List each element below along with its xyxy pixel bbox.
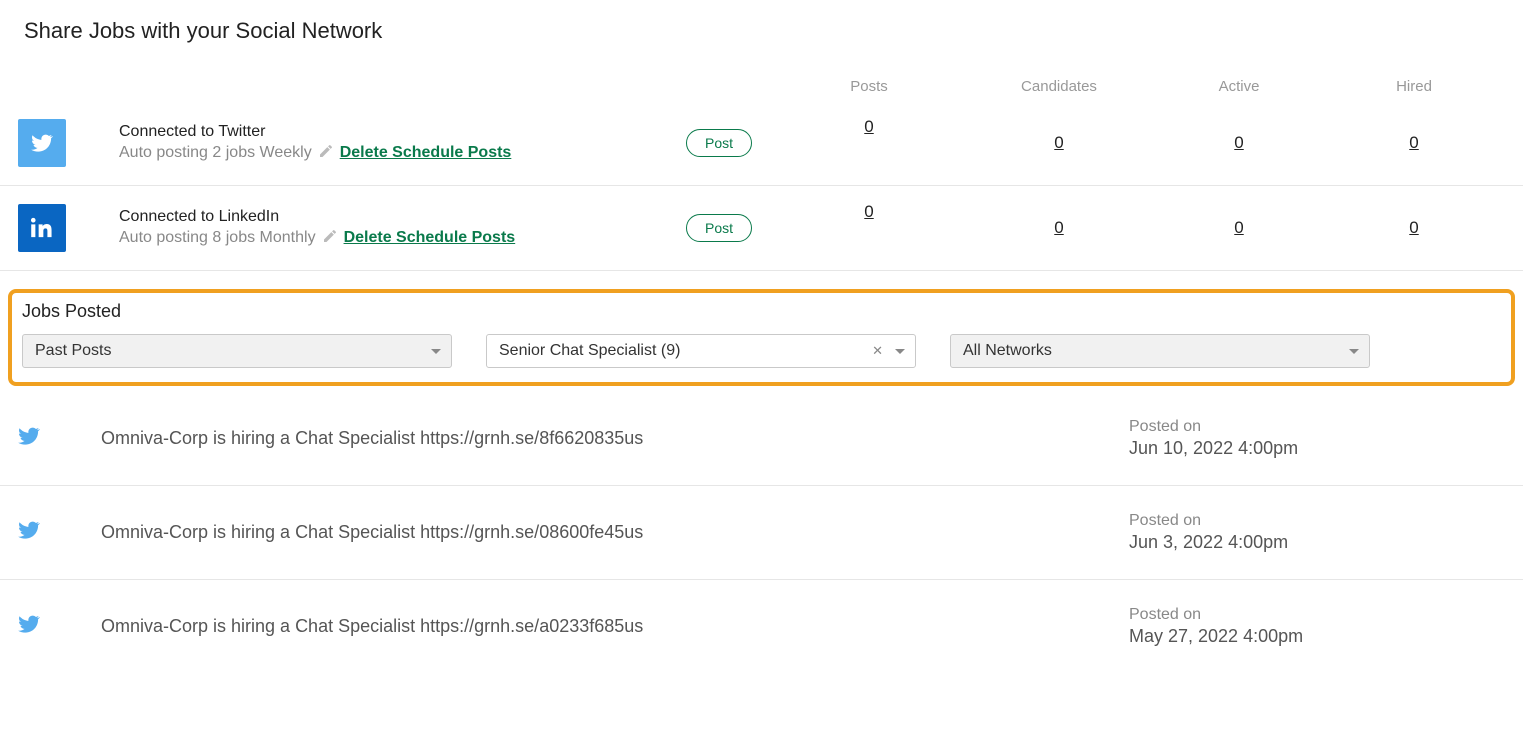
post-text: Omniva-Corp is hiring a Chat Specialist … (83, 522, 1099, 543)
stat-active[interactable]: 0 (1149, 218, 1329, 238)
network-row-twitter: Connected to Twitter Auto posting 2 jobs… (0, 101, 1523, 186)
filter-job-select[interactable]: Senior Chat Specialist (9) ✕ (486, 334, 916, 368)
posted-on-label: Posted on (1129, 512, 1499, 530)
schedule-text: Auto posting 2 jobs Weekly (119, 144, 312, 162)
col-posts: Posts (769, 78, 969, 95)
network-row-linkedin: Connected to LinkedIn Auto posting 8 job… (0, 186, 1523, 271)
chevron-down-icon (1349, 349, 1359, 354)
stat-candidates[interactable]: 0 (969, 133, 1149, 153)
chevron-down-icon (431, 349, 441, 354)
stat-posts[interactable]: 0 (769, 202, 969, 222)
linkedin-icon (18, 204, 66, 252)
stats-header: Posts Candidates Active Hired (0, 54, 1523, 101)
post-row: Omniva-Corp is hiring a Chat Specialist … (0, 392, 1523, 486)
edit-icon[interactable] (322, 228, 338, 249)
post-button[interactable]: Post (686, 129, 752, 157)
stat-hired[interactable]: 0 (1329, 133, 1499, 153)
twitter-icon (18, 519, 83, 546)
post-button[interactable]: Post (686, 214, 752, 242)
col-active: Active (1149, 78, 1329, 95)
jobs-posted-section: Jobs Posted Past Posts Senior Chat Speci… (8, 289, 1515, 386)
connected-label: Connected to LinkedIn (119, 208, 669, 226)
twitter-icon (18, 613, 83, 640)
twitter-icon (18, 119, 66, 167)
filter-job-value: Senior Chat Specialist (9) (499, 342, 680, 360)
filter-scope-select[interactable]: Past Posts (22, 334, 452, 368)
filter-network-value: All Networks (963, 342, 1052, 360)
filter-network-select[interactable]: All Networks (950, 334, 1370, 368)
posted-on-value: Jun 10, 2022 4:00pm (1129, 438, 1499, 459)
clear-icon[interactable]: ✕ (872, 343, 883, 359)
stat-hired[interactable]: 0 (1329, 218, 1499, 238)
post-row: Omniva-Corp is hiring a Chat Specialist … (0, 580, 1523, 673)
posted-on-value: Jun 3, 2022 4:00pm (1129, 532, 1499, 553)
page-title: Share Jobs with your Social Network (0, 0, 1523, 54)
post-text: Omniva-Corp is hiring a Chat Specialist … (83, 428, 1099, 449)
posted-on-label: Posted on (1129, 418, 1499, 436)
posted-on-value: May 27, 2022 4:00pm (1129, 626, 1499, 647)
col-candidates: Candidates (969, 78, 1149, 95)
schedule-text: Auto posting 8 jobs Monthly (119, 229, 316, 247)
filter-scope-value: Past Posts (35, 342, 111, 360)
edit-icon[interactable] (318, 143, 334, 164)
post-text: Omniva-Corp is hiring a Chat Specialist … (83, 616, 1099, 637)
post-row: Omniva-Corp is hiring a Chat Specialist … (0, 486, 1523, 580)
delete-schedule-link[interactable]: Delete Schedule Posts (344, 229, 516, 247)
twitter-icon (18, 425, 83, 452)
jobs-posted-title: Jobs Posted (22, 301, 1501, 322)
delete-schedule-link[interactable]: Delete Schedule Posts (340, 144, 512, 162)
col-hired: Hired (1329, 78, 1499, 95)
stat-candidates[interactable]: 0 (969, 218, 1149, 238)
chevron-down-icon (895, 349, 905, 354)
posted-on-label: Posted on (1129, 606, 1499, 624)
stat-posts[interactable]: 0 (769, 117, 969, 137)
connected-label: Connected to Twitter (119, 123, 669, 141)
stat-active[interactable]: 0 (1149, 133, 1329, 153)
